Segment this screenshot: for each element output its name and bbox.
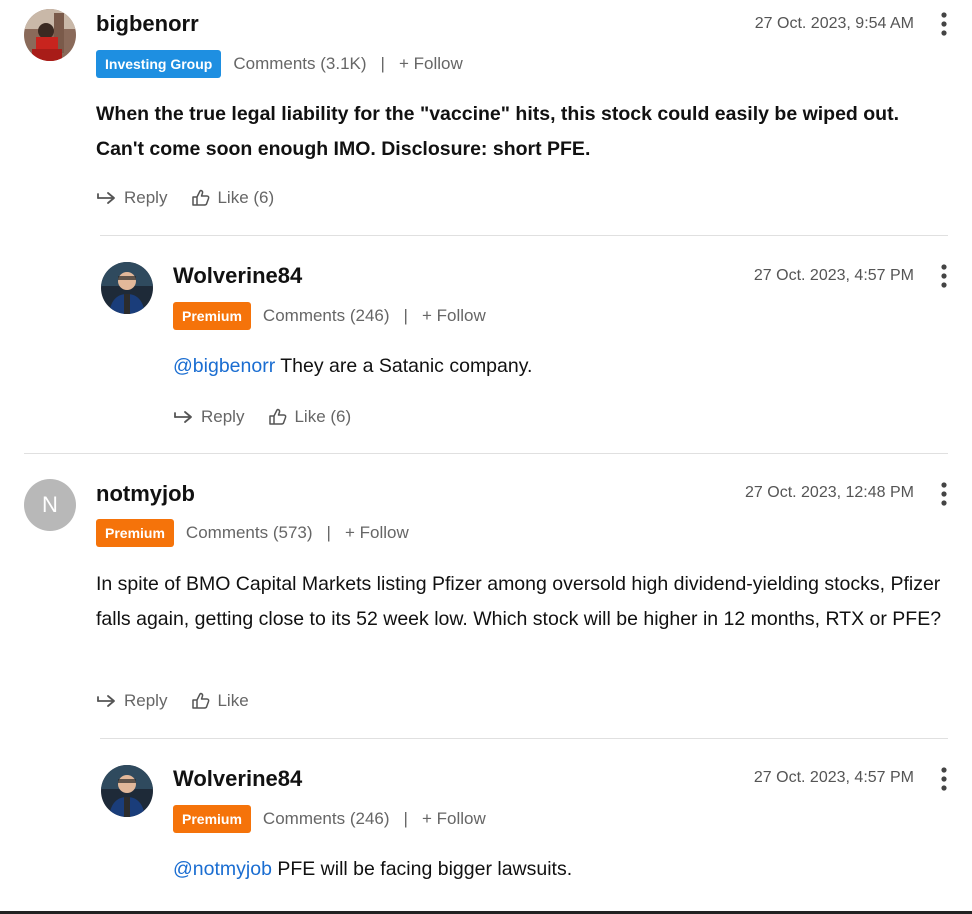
more-vertical-icon[interactable] [937, 481, 951, 507]
thumbs-up-icon [192, 189, 210, 206]
avatar[interactable] [24, 9, 76, 61]
comment-actions: Reply Like [96, 691, 249, 711]
user-meta: Premium Comments (573) | + Follow [96, 519, 409, 547]
username[interactable]: Wolverine84 [173, 263, 302, 289]
username[interactable]: Wolverine84 [173, 766, 302, 792]
user-meta: Premium Comments (246) | + Follow [173, 302, 486, 330]
reply-button[interactable]: Reply [96, 188, 167, 208]
premium-badge[interactable]: Premium [173, 805, 251, 833]
timestamp: 27 Oct. 2023, 4:57 PM [753, 267, 914, 284]
investing-group-badge[interactable]: Investing Group [96, 50, 222, 78]
comment-body: When the true legal liability for the "v… [96, 103, 899, 160]
comment-body: @bigbenorr They are a Satanic company. [173, 349, 943, 384]
comment-body: @notmyjob PFE will be facing bigger laws… [173, 852, 943, 887]
comment-text: PFE will be facing bigger lawsuits. [271, 858, 573, 880]
avatar[interactable]: N [24, 479, 76, 531]
like-button[interactable]: Like (6) [268, 407, 351, 427]
like-button[interactable]: Like [191, 691, 249, 711]
reply-button[interactable]: Reply [96, 691, 167, 711]
separator: | [380, 54, 385, 73]
reply-button[interactable]: Reply [173, 407, 244, 427]
reply-label: Reply [124, 188, 168, 207]
more-vertical-icon[interactable] [937, 11, 951, 37]
premium-badge[interactable]: Premium [96, 519, 174, 547]
user-meta: Investing Group Comments (3.1K) | + Foll… [96, 50, 463, 78]
username[interactable]: notmyjob [96, 481, 195, 507]
comment-body: In spite of BMO Capital Markets listing … [96, 573, 942, 630]
like-button[interactable]: Like (6) [191, 188, 274, 208]
separator: | [403, 306, 408, 325]
reply-arrow-icon [97, 695, 115, 707]
username[interactable]: bigbenorr [96, 11, 199, 37]
comments-count-link[interactable]: Comments (246) [263, 809, 390, 829]
comments-count-link[interactable]: Comments (3.1K) [233, 54, 366, 74]
separator: | [326, 523, 331, 542]
more-vertical-icon[interactable] [937, 766, 951, 792]
comment-wolverine84-reply-2: Wolverine84 27 Oct. 2023, 4:57 PM Premiu… [0, 739, 972, 911]
mention-link[interactable]: @notmyjob [173, 858, 272, 880]
mention-link[interactable]: @bigbenorr [173, 355, 275, 377]
reply-arrow-icon [97, 192, 115, 204]
timestamp: 27 Oct. 2023, 12:48 PM [745, 484, 914, 501]
comments-count-link[interactable]: Comments (246) [263, 306, 390, 326]
premium-badge[interactable]: Premium [173, 302, 251, 330]
comment-wolverine84-reply: Wolverine84 27 Oct. 2023, 4:57 PM Premiu… [0, 236, 972, 452]
like-label: Like [217, 691, 249, 710]
more-vertical-icon[interactable] [937, 263, 951, 289]
comment-actions: Reply Like (6) [96, 188, 274, 208]
follow-button[interactable]: + Follow [422, 809, 486, 829]
follow-button[interactable]: + Follow [399, 54, 463, 74]
timestamp: 27 Oct. 2023, 4:57 PM [753, 769, 914, 786]
follow-button[interactable]: + Follow [422, 306, 486, 326]
reply-label: Reply [201, 407, 245, 426]
avatar[interactable] [101, 262, 153, 314]
comment-text: They are a Satanic company. [275, 355, 533, 377]
like-label: Like (6) [217, 188, 275, 207]
separator: | [403, 809, 408, 828]
reply-label: Reply [124, 691, 168, 710]
avatar[interactable] [101, 765, 153, 817]
user-meta: Premium Comments (246) | + Follow [173, 805, 486, 833]
follow-button[interactable]: + Follow [345, 523, 409, 543]
like-label: Like (6) [294, 407, 352, 426]
reply-arrow-icon [174, 411, 192, 423]
thumbs-up-icon [192, 692, 210, 709]
timestamp: 27 Oct. 2023, 9:54 AM [754, 15, 914, 32]
comment-bigbenorr: bigbenorr 27 Oct. 2023, 9:54 AM Investin… [0, 0, 972, 236]
thumbs-up-icon [269, 408, 287, 425]
comments-count-link[interactable]: Comments (573) [186, 523, 313, 543]
comment-notmyjob: N notmyjob 27 Oct. 2023, 12:48 PM Premiu… [0, 454, 972, 739]
comment-actions: Reply Like (6) [173, 407, 351, 427]
